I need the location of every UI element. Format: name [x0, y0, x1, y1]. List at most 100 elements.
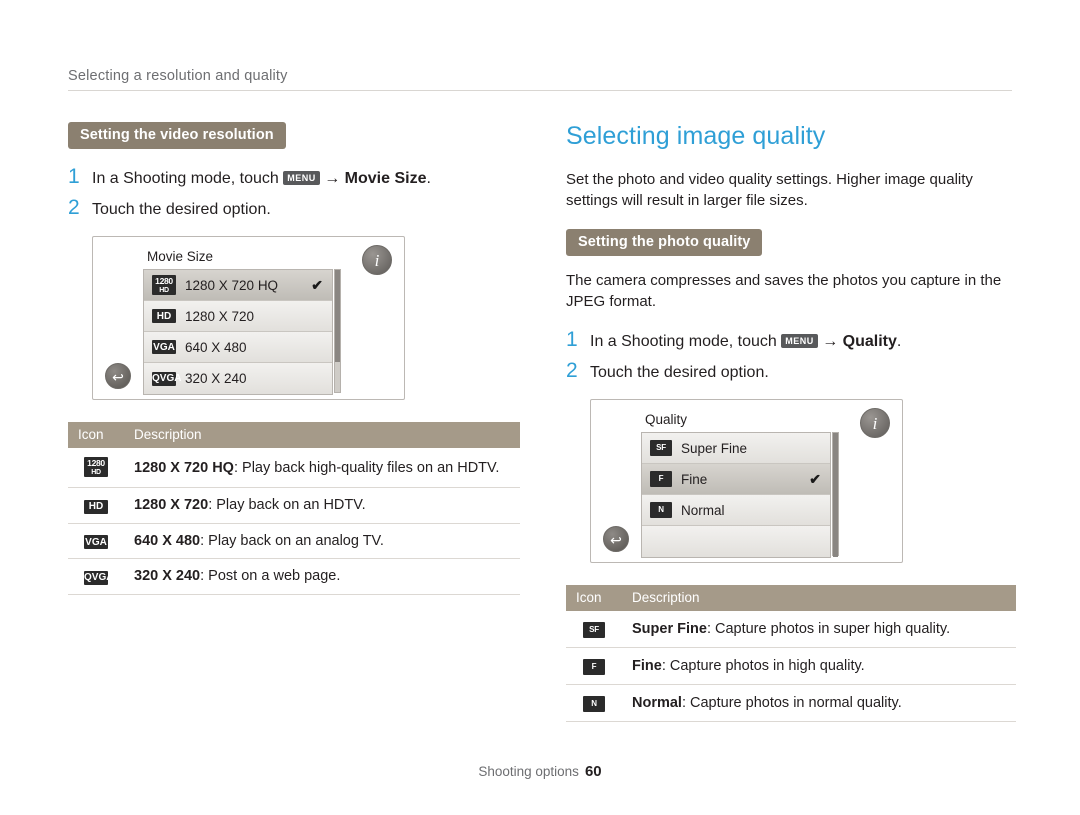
resolution-vga-icon: VGA [84, 535, 108, 549]
footer: Shooting options 60 [0, 763, 1080, 780]
option-list-movie-size: 1280 HD 1280 X 720 HQ ✔ HD 1280 X 720 VG… [143, 269, 333, 395]
quality-fine-icon: F [583, 659, 605, 675]
step-1-text: In a Shooting mode, touch MENU → Quality… [590, 330, 901, 354]
table-row: HD 1280 X 720: Play back on an HDTV. [68, 487, 520, 524]
option-640x480-label: 640 X 480 [185, 339, 247, 355]
step-1-pre: In a Shooting mode, touch [92, 170, 279, 187]
section-tab-video-resolution: Setting the video resolution [68, 122, 286, 149]
table-header-description: Description [124, 422, 520, 448]
back-icon[interactable]: ↩ [603, 526, 629, 552]
screen-title-movie-size: Movie Size [147, 249, 214, 264]
resolution-vga-icon: VGA [152, 340, 176, 354]
table-row: SF Super Fine: Capture photos in super h… [566, 611, 1016, 648]
option-normal-label: Normal [681, 502, 725, 518]
camera-screen-movie-size: Movie Size i 1280 HD 1280 X 720 HQ ✔ HD … [92, 236, 405, 400]
table-row: VGA 640 X 480: Play back on an analog TV… [68, 523, 520, 559]
row-desc-vga: 640 X 480: Play back on an analog TV. [124, 523, 520, 559]
running-head-rule [68, 90, 1012, 91]
table-header-icon: Icon [68, 422, 124, 448]
option-320x240[interactable]: QVGA 320 X 240 [144, 363, 332, 394]
option-super-fine-label: Super Fine [681, 440, 748, 456]
option-empty-row [642, 526, 830, 557]
row-icon-qvga: QVGA [68, 558, 124, 595]
left-column: Setting the video resolution 1 In a Shoo… [68, 122, 520, 595]
resolution-hd-icon: HD [152, 309, 176, 323]
info-icon[interactable]: i [362, 245, 392, 275]
step-2-text: Touch the desired option. [92, 201, 271, 218]
option-list-quality: SF Super Fine F Fine ✔ N Normal [641, 432, 831, 558]
table-header-icon: Icon [566, 585, 622, 611]
quality-super-fine-icon: SF [583, 622, 605, 638]
resolution-qvga-icon: QVGA [84, 570, 114, 585]
option-normal[interactable]: N Normal [642, 495, 830, 526]
step-1-post: . [896, 333, 902, 350]
step-2-text: Touch the desired option. [590, 364, 769, 381]
step-2: 2 Touch the desired option. [566, 359, 1016, 385]
quality-normal-icon: N [583, 696, 605, 712]
back-icon[interactable]: ↩ [105, 363, 131, 389]
table-header-row: Icon Description [566, 585, 1016, 611]
option-1280x720hq-label: 1280 X 720 HQ [185, 277, 279, 293]
resolution-1280hd-icon: 1280 HD [152, 275, 176, 295]
row-icon-normal: N [566, 684, 622, 722]
quality-fine-icon: F [650, 471, 672, 487]
step-1-number: 1 [68, 165, 80, 188]
video-resolution-table: Icon Description 1280 HD 1280 X 720 HQ: … [68, 422, 520, 595]
check-icon: ✔ [809, 470, 821, 487]
row-desc-hd: 1280 X 720: Play back on an HDTV. [124, 487, 520, 524]
footer-label: Shooting options [478, 764, 579, 779]
menu-icon: MENU [283, 171, 320, 185]
option-fine[interactable]: F Fine ✔ [642, 464, 830, 495]
row-desc-fine: Fine: Capture photos in high quality. [622, 647, 1016, 685]
running-head-text: Selecting a resolution and quality [68, 68, 288, 84]
intro-paragraph: Set the photo and video quality settings… [566, 171, 973, 209]
check-icon: ✔ [311, 276, 323, 293]
scrollbar-thumb[interactable] [833, 433, 838, 557]
screen-scrollbar[interactable] [334, 269, 341, 393]
row-desc-1280hq: 1280 X 720 HQ: Play back high-quality fi… [124, 448, 520, 488]
screen-title-quality: Quality [645, 412, 688, 427]
step-1-arrow: → [324, 170, 341, 187]
table-row: 1280 HD 1280 X 720 HQ: Play back high-qu… [68, 448, 520, 488]
right-column: Selecting image quality Set the photo an… [566, 122, 1016, 722]
resolution-1280hd-icon: 1280 HD [84, 457, 108, 477]
step-2-number: 2 [566, 359, 578, 382]
step-1: 1 In a Shooting mode, touch MENU → Movie… [68, 165, 520, 191]
info-icon[interactable]: i [860, 408, 890, 438]
option-fine-label: Fine [681, 471, 708, 487]
option-320x240-label: 320 X 240 [185, 371, 247, 386]
table-row: QVGA 320 X 240: Post on a web page. [68, 558, 520, 595]
row-desc-qvga: 320 X 240: Post on a web page. [124, 558, 520, 595]
section-tab-photo-quality: Setting the photo quality [566, 229, 763, 256]
photo-quality-table: Icon Description SF Super Fine: Capture … [566, 585, 1016, 722]
step-1-number: 1 [566, 328, 578, 351]
resolution-hd-icon: HD [84, 499, 108, 514]
step-1: 1 In a Shooting mode, touch MENU → Quali… [566, 328, 1016, 354]
option-1280x720hq[interactable]: 1280 HD 1280 X 720 HQ ✔ [144, 270, 332, 301]
step-1-bold: Movie Size [344, 170, 427, 187]
table-header-description: Description [622, 585, 1016, 611]
row-icon-super-fine: SF [566, 611, 622, 648]
screen-scrollbar[interactable] [832, 432, 839, 557]
quality-super-fine-icon: SF [650, 440, 672, 456]
table-header-row: Icon Description [68, 422, 520, 448]
step-1-post: . [426, 170, 431, 187]
option-640x480[interactable]: VGA 640 X 480 [144, 332, 332, 363]
step-1-text: In a Shooting mode, touch MENU → Movie S… [92, 167, 431, 191]
step-1-bold: Quality [842, 333, 897, 350]
row-icon-1280hq: 1280 HD [68, 448, 124, 488]
step-2: 2 Touch the desired option. [68, 196, 520, 222]
option-1280x720[interactable]: HD 1280 X 720 [144, 301, 332, 332]
row-desc-super-fine: Super Fine: Capture photos in super high… [622, 611, 1016, 648]
scrollbar-thumb[interactable] [335, 270, 340, 362]
row-desc-normal: Normal: Capture photos in normal quality… [622, 684, 1016, 722]
page-title: Selecting image quality [566, 122, 826, 150]
step-1-pre: In a Shooting mode, touch [590, 333, 777, 350]
camera-screen-quality: Quality i SF Super Fine F Fine ✔ N Norma… [590, 399, 903, 563]
resolution-qvga-icon: QVGA [152, 371, 182, 386]
right-steps: 1 In a Shooting mode, touch MENU → Quali… [566, 328, 1016, 385]
option-super-fine[interactable]: SF Super Fine [642, 433, 830, 464]
row-icon-fine: F [566, 647, 622, 685]
page-number: 60 [584, 763, 602, 780]
step-1-arrow: → [822, 333, 839, 350]
